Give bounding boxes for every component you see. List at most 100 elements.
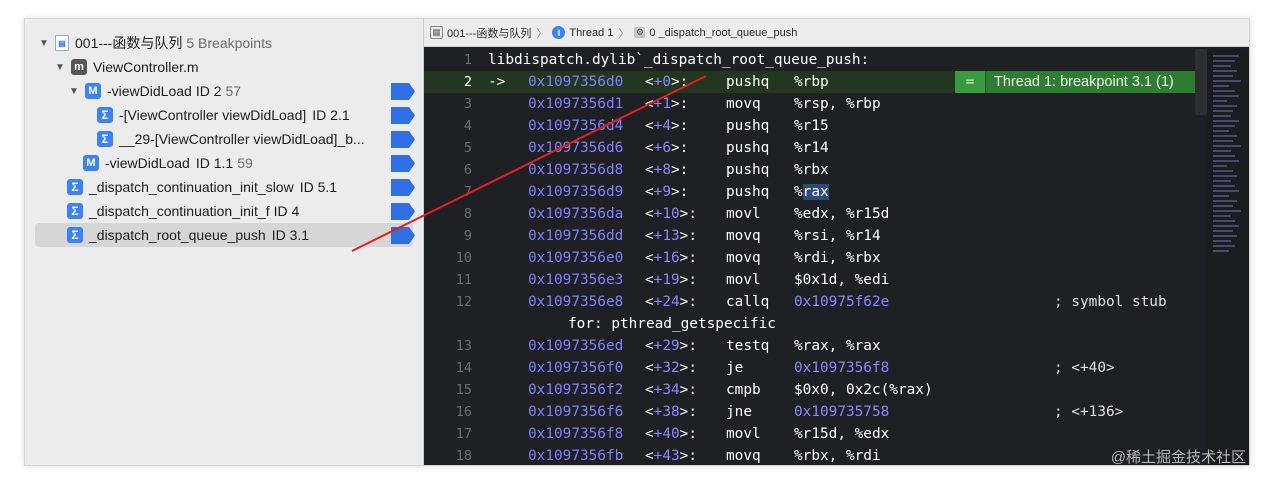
current-instruction-line[interactable]: 2 -> 0x1097356d0 <+0>: pushq %rbp = Thread 1: b… <box>424 71 1224 93</box>
minimap-line <box>1213 245 1235 247</box>
instruction-offset: <+9>: <box>645 181 688 203</box>
breakpoint-row[interactable]: Σ _dispatch_continuation_init_f ID 4 <box>25 199 423 223</box>
line-number[interactable]: 9 <box>424 225 472 247</box>
instruction-offset: <+43>: <box>645 445 697 465</box>
selected-text[interactable]: rax <box>802 184 829 200</box>
breakpoint-marker-icon[interactable] <box>391 202 415 220</box>
line-number[interactable]: 12 <box>424 291 472 313</box>
instruction-offset: <+32>: <box>645 357 697 379</box>
breakpoint-row[interactable]: ▼ M -viewDidLoad ID 2 57 <box>25 79 423 103</box>
code-line-continuation: for: pthread_getspecific <box>424 313 1224 335</box>
offset-value: +13 <box>653 228 680 244</box>
line-number[interactable]: 17 <box>424 423 472 445</box>
breakpoint-label: _dispatch_continuation_init_slow <box>89 179 294 195</box>
code-line[interactable]: 5 0x1097356d6 <+6>: pushq %r14 <box>424 137 1224 159</box>
code-line[interactable]: 17 0x1097356f8 <+40>: movl %r15d, %edx <box>424 423 1224 445</box>
project-icon: ▤ <box>55 35 69 51</box>
code-line[interactable]: 7 0x1097356d9 <+9>: pushq %rax <box>424 181 1224 203</box>
line-number[interactable]: 8 <box>424 203 472 225</box>
line-number[interactable]: 10 <box>424 247 472 269</box>
line-number[interactable]: 5 <box>424 137 472 159</box>
line-number[interactable]: 18 <box>424 445 472 465</box>
breakpoint-label: -viewDidLoad <box>105 155 190 171</box>
line-number[interactable]: 3 <box>424 93 472 115</box>
code-line[interactable]: 9 0x1097356dd <+13>: movq %rsi, %r14 <box>424 225 1224 247</box>
breakpoint-marker-icon[interactable] <box>391 106 415 124</box>
breakpoint-marker-icon[interactable] <box>391 154 415 172</box>
instruction-address: 0x1097356fb <box>528 448 624 464</box>
minimap-line <box>1213 55 1239 57</box>
line-number[interactable]: 4 <box>424 115 472 137</box>
line-number[interactable]: 14 <box>424 357 472 379</box>
breakpoint-row[interactable]: Σ __29-[ViewController viewDidLoad]_b... <box>25 127 423 151</box>
code-line[interactable]: 8 0x1097356da <+10>: movl %edx, %r15d <box>424 203 1224 225</box>
bp-group-file[interactable]: ▼ m ViewController.m <box>25 55 423 79</box>
code-line[interactable]: 16 0x1097356f6 <+38>: jne 0x109735758 ; <+136… <box>424 401 1224 423</box>
mnemonic: pushq <box>726 140 770 156</box>
minimap-line <box>1213 200 1237 202</box>
code-line[interactable]: 3 0x1097356d1 <+1>: movq %rsp, %rbp <box>424 93 1224 115</box>
breakpoint-marker-icon[interactable] <box>391 226 415 244</box>
minimap[interactable] <box>1207 49 1249 465</box>
code-line[interactable]: 10 0x1097356e0 <+16>: movq %rdi, %rbx <box>424 247 1224 269</box>
jumpbar-frame[interactable]: 0 _dispatch_root_queue_push <box>649 27 797 39</box>
line-number[interactable]: 16 <box>424 401 472 423</box>
line-number[interactable]: 6 <box>424 159 472 181</box>
code-line[interactable]: 18 0x1097356fb <+43>: movq %rbx, %rdi <box>424 445 1224 465</box>
breakpoint-annotation[interactable]: = Thread 1: breakpoint 3.1 (1) <box>955 71 1208 93</box>
chevron-down-icon[interactable]: ▼ <box>67 86 81 97</box>
minimap-line <box>1213 100 1227 102</box>
code-line[interactable]: 15 0x1097356f2 <+34>: cmpb $0x0, 0x2c(%rax) <box>424 379 1224 401</box>
breakpoint-row[interactable]: Σ -[ViewController viewDidLoad] ID 2.1 <box>25 103 423 127</box>
offset-close: >: <box>671 96 689 112</box>
breakpoint-marker-icon[interactable] <box>391 82 415 100</box>
line-number[interactable]: 15 <box>424 379 472 401</box>
code-line[interactable]: 1 libdispatch.dylib`_dispatch_root_queue_… <box>424 49 1224 71</box>
offset-close: >: <box>679 426 697 442</box>
instruction-offset: <+4>: <box>645 115 688 137</box>
minimap-line <box>1213 235 1237 237</box>
line-number[interactable]: 13 <box>424 335 472 357</box>
bp-group-project[interactable]: ▼ ▤ 001---函数与队列 5 Breakpoints <box>25 31 423 55</box>
breakpoint-id: ID 3.1 <box>271 227 310 243</box>
minimap-line <box>1213 70 1237 72</box>
jumpbar-project[interactable]: 001---函数与队列 <box>447 25 531 41</box>
breakpoint-marker-icon[interactable] <box>391 130 415 148</box>
line-number[interactable]: 7 <box>424 181 472 203</box>
breakpoint-row[interactable]: Σ _dispatch_continuation_init_slow ID 5.… <box>25 175 423 199</box>
breakpoint-row-selected[interactable]: Σ _dispatch_root_queue_push ID 3.1 <box>35 223 415 247</box>
vertical-scrollbar[interactable] <box>1195 49 1207 115</box>
mnemonic: movq <box>726 448 761 464</box>
minimap-line <box>1213 135 1237 137</box>
code-line[interactable]: 13 0x1097356ed <+29>: testq %rax, %rax <box>424 335 1224 357</box>
offset-open: < <box>645 404 654 420</box>
mnemonic: pushq <box>726 162 770 178</box>
code-line[interactable]: 4 0x1097356d4 <+4>: pushq %r15 <box>424 115 1224 137</box>
chevron-down-icon[interactable]: ▼ <box>53 62 67 73</box>
offset-close: >: <box>679 250 697 266</box>
breakpoint-marker-icon[interactable] <box>391 178 415 196</box>
line-number[interactable]: 1 <box>424 49 472 71</box>
minimap-line <box>1213 210 1241 212</box>
code-line[interactable]: 12 0x1097356e8 <+24>: callq 0x10975f62e ; sym… <box>424 291 1224 313</box>
breakpoint-row[interactable]: M -viewDidLoad ID 1.1 59 <box>25 151 423 175</box>
offset-open: < <box>645 338 654 354</box>
line-number[interactable]: 2 <box>424 71 472 93</box>
chevron-down-icon[interactable]: ▼ <box>37 38 51 49</box>
code-line[interactable]: 11 0x1097356e3 <+19>: movl $0x1d, %edi <box>424 269 1224 291</box>
instruction-address: 0x1097356f0 <box>528 360 624 376</box>
code-line[interactable]: 6 0x1097356d8 <+8>: pushq %rbx <box>424 159 1224 181</box>
offset-close: >: <box>679 382 697 398</box>
pc-arrow: -> <box>488 74 506 90</box>
line-number[interactable]: 11 <box>424 269 472 291</box>
minimap-line <box>1213 145 1241 147</box>
offset-close: >: <box>679 338 697 354</box>
code-line[interactable]: 14 0x1097356f0 <+32>: je 0x1097356f8 ; <+40> <box>424 357 1224 379</box>
instruction-offset: <+38>: <box>645 401 697 423</box>
offset-close: >: <box>671 118 689 134</box>
jumpbar-thread[interactable]: Thread 1 <box>569 27 613 39</box>
disassembly-view[interactable]: 1 libdispatch.dylib`_dispatch_root_queue_… <box>424 49 1249 465</box>
instruction-address: 0x1097356d0 <box>528 74 624 90</box>
instruction-address: 0x1097356d9 <box>528 184 624 200</box>
minimap-line <box>1213 80 1241 82</box>
